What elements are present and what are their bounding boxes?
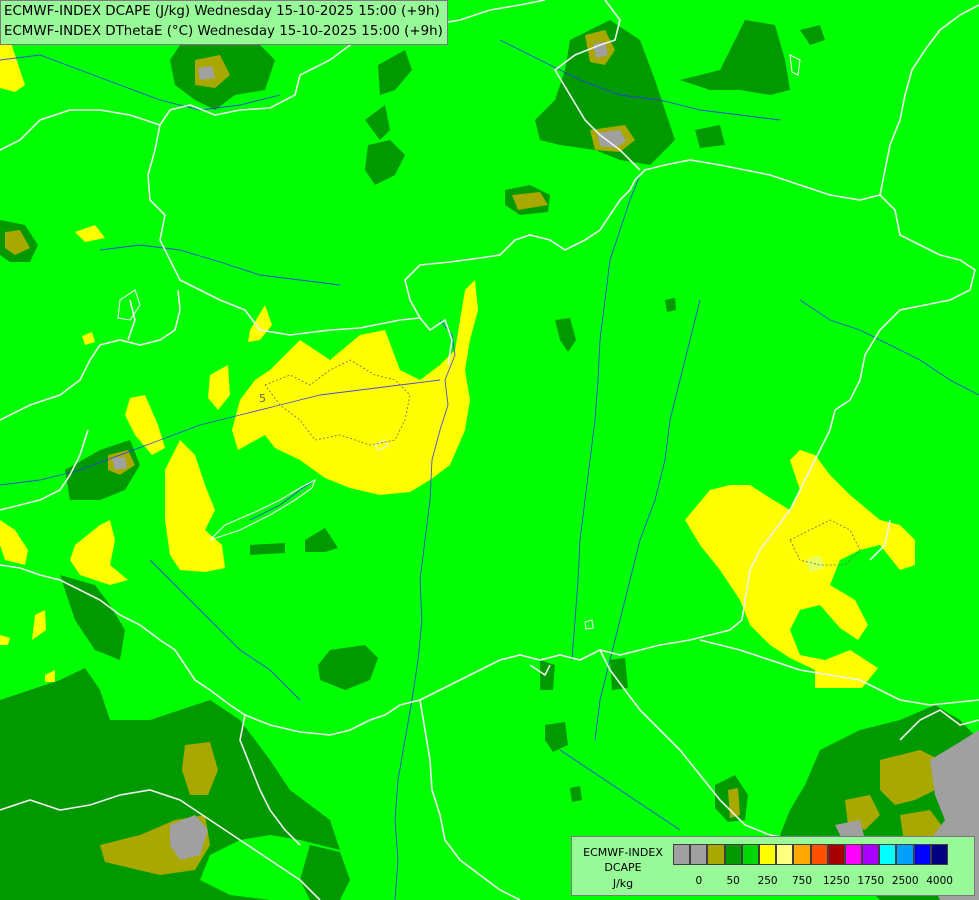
- legend-unit: J/kg: [612, 877, 634, 890]
- legend-swatch: [827, 844, 845, 865]
- legend-swatches: [673, 844, 948, 865]
- legend-swatch: [724, 844, 742, 865]
- title-box: ECMWF-INDEX DCAPE (J/kg) Wednesday 15-10…: [0, 0, 448, 45]
- title-dcape: ECMWF-INDEX DCAPE (J/kg) Wednesday 15-10…: [4, 4, 440, 19]
- legend-swatch: [793, 844, 811, 865]
- legend-product: ECMWF-INDEX: [583, 846, 663, 859]
- legend-swatch: [913, 844, 931, 865]
- legend-tick-label: 1250: [823, 875, 850, 887]
- legend-swatch: [896, 844, 914, 865]
- legend-swatch: [707, 844, 725, 865]
- dcape-map: 5: [0, 0, 979, 900]
- legend-swatch: [776, 844, 794, 865]
- legend-tick-label: 250: [757, 875, 778, 887]
- legend-swatch: [879, 844, 897, 865]
- legend-swatch: [810, 844, 828, 865]
- legend-swatch: [741, 844, 759, 865]
- contour-label: 5: [259, 392, 266, 405]
- legend-tick-label: 1750: [857, 875, 885, 887]
- legend-swatch: [758, 844, 777, 865]
- legend: ECMWF-INDEX DCAPE J/kg 0 50 250 750 1250 1750…: [571, 836, 975, 896]
- legend-swatch: [862, 844, 880, 865]
- title-dthetae: ECMWF-INDEX DThetaE (°C) Wednesday 15-10…: [4, 24, 443, 39]
- legend-tick-label: 50: [726, 875, 740, 887]
- legend-tick-label: 750: [791, 875, 813, 887]
- legend-swatch: [844, 844, 863, 865]
- legend-tick-label: 4000: [926, 875, 953, 887]
- legend-tick-label: 2500: [891, 875, 919, 887]
- map-view: 5 ECMWF-INDEX DCAPE (J/kg) Wednesday 15-…: [0, 0, 979, 900]
- legend-swatch: [690, 844, 708, 865]
- legend-swatch: [673, 844, 691, 865]
- legend-variable: DCAPE: [604, 861, 642, 874]
- legend-swatch: [930, 844, 948, 865]
- legend-tick-label: 0: [695, 875, 703, 887]
